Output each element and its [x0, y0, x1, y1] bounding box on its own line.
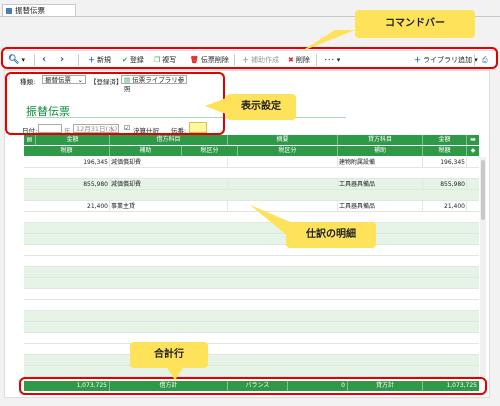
display-settings-callout: 表示設定 [226, 94, 296, 120]
total-row-callout: 合計行 [130, 342, 208, 368]
journal-details-callout: 仕訳の明細 [286, 222, 376, 248]
callout-pointers [165, 30, 355, 380]
command-bar-pointer [300, 30, 355, 52]
application-window: 振替伝票 🔍︎ ▾ ‹ › ＋新規 ✔ 登録 ❐ 複写 🗑︎ 伝票削除 ＋補助作成 ✖ 削… [0, 0, 500, 406]
display-settings-pointer [205, 98, 226, 114]
command-bar-callout: コマンドバー [355, 10, 475, 38]
